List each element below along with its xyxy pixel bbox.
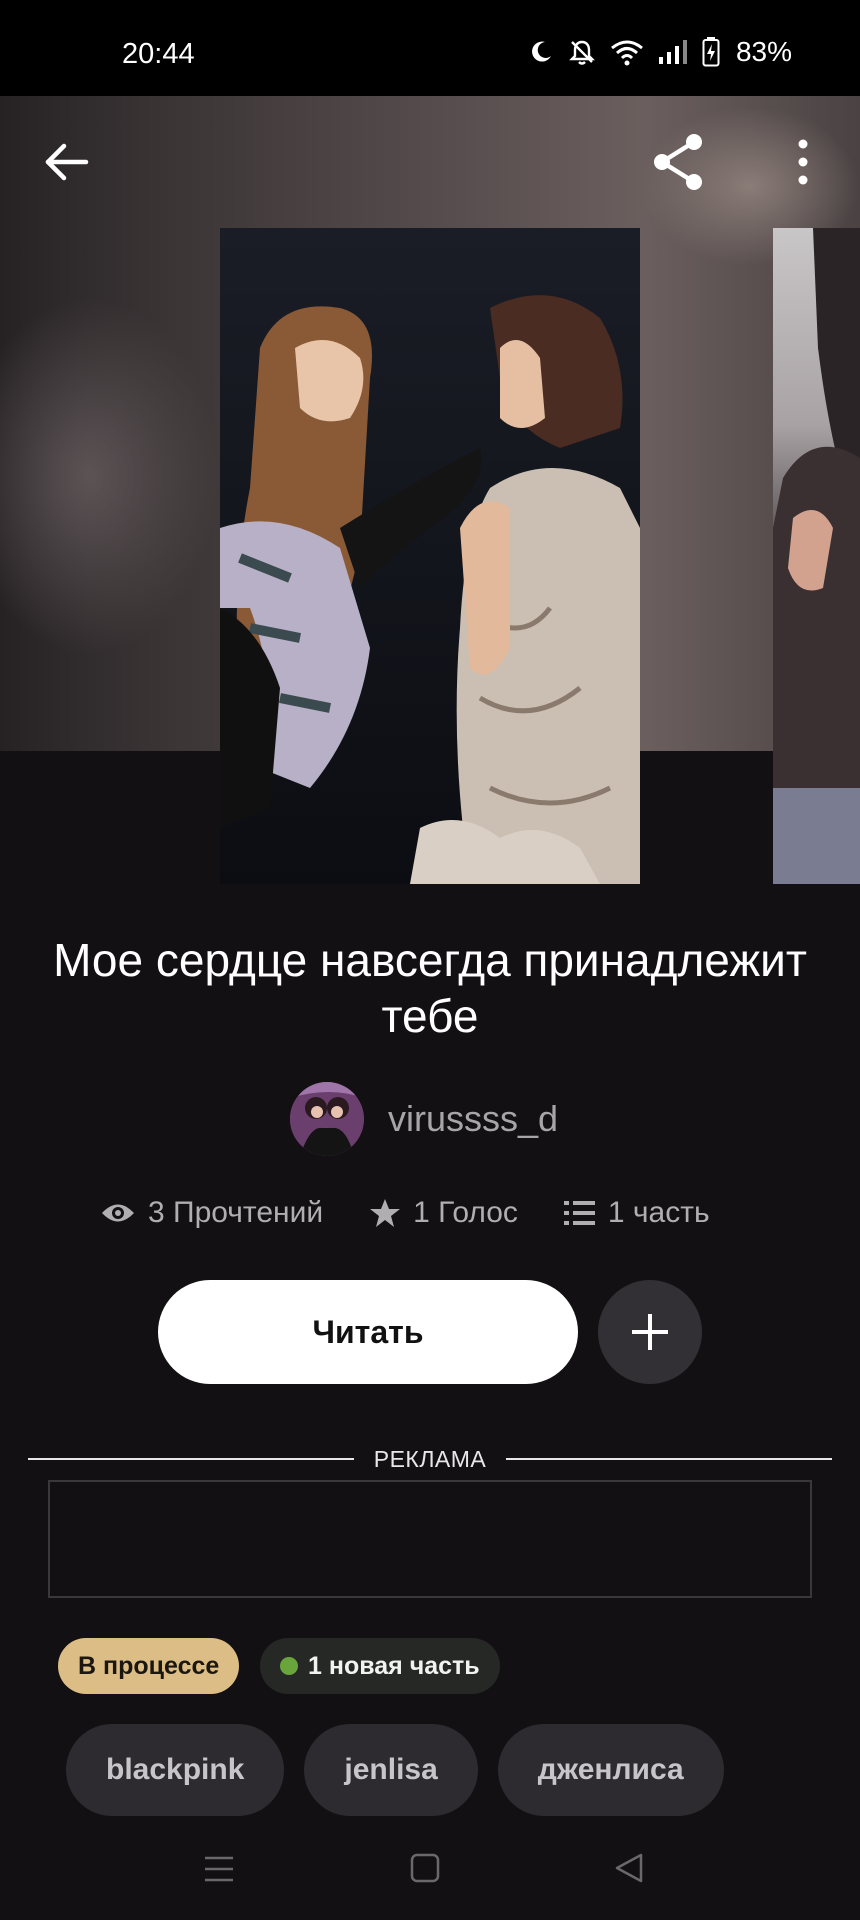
- tags-row: blackpink jenlisa дженлиса: [66, 1724, 724, 1816]
- votes-count: 1 Голос: [413, 1196, 518, 1229]
- read-button[interactable]: Читать: [158, 1280, 578, 1384]
- battery-percent: 83%: [735, 36, 792, 67]
- status-time: 20:44: [122, 38, 195, 70]
- wifi-icon: [611, 40, 643, 66]
- status-bar: 20:44 83%: [0, 0, 860, 96]
- more-vertical-icon[interactable]: [786, 136, 820, 188]
- story-stats: 3 Прочтений 1 Голос 1 часть: [100, 1196, 780, 1230]
- star-icon: [370, 1199, 401, 1227]
- ad-slot[interactable]: [48, 1480, 812, 1598]
- new-part-label: 1 новая часть: [308, 1651, 480, 1680]
- author-row[interactable]: virussss_d: [290, 1082, 558, 1156]
- avatar-image: [290, 1082, 364, 1156]
- cover-image: [773, 228, 860, 884]
- bell-off-icon: [569, 40, 595, 65]
- parts-count: 1 часть: [607, 1196, 710, 1229]
- author-name[interactable]: virussss_d: [388, 1098, 558, 1140]
- divider-line: [506, 1458, 832, 1460]
- moon-icon: [531, 41, 551, 62]
- recents-icon[interactable]: [204, 1854, 234, 1884]
- reads-count: 3 Прочтений: [148, 1196, 324, 1229]
- new-dot-icon: [280, 1657, 298, 1675]
- story-cover[interactable]: [220, 228, 640, 884]
- eye-icon: [102, 1204, 134, 1222]
- votes-stat: 1 Голос: [369, 1196, 518, 1230]
- tag-chip[interactable]: jenlisa: [304, 1724, 478, 1816]
- status-icons: 83%: [528, 36, 792, 68]
- divider-line: [28, 1458, 354, 1460]
- avatar[interactable]: [290, 1082, 364, 1156]
- plus-icon: [632, 1314, 668, 1350]
- ad-divider: РЕКЛАМА: [28, 1446, 832, 1476]
- parts-stat: 1 часть: [563, 1196, 710, 1230]
- status-badge: В процессе: [58, 1638, 240, 1694]
- new-part-badge: 1 новая часть: [260, 1638, 500, 1694]
- ad-label: РЕКЛАМА: [373, 1446, 487, 1472]
- share-icon[interactable]: [648, 130, 708, 194]
- back-triangle-icon[interactable]: [614, 1852, 644, 1884]
- home-icon[interactable]: [410, 1852, 440, 1884]
- reads-stat: 3 Прочтений: [100, 1196, 323, 1230]
- hero-blur: [0, 296, 220, 656]
- tag-chip[interactable]: blackpink: [66, 1724, 285, 1816]
- list-icon: [563, 1201, 595, 1225]
- tag-chip[interactable]: дженлиса: [497, 1724, 724, 1816]
- back-arrow-icon[interactable]: [40, 136, 92, 188]
- cover-image: [220, 228, 640, 884]
- next-story-cover[interactable]: [773, 228, 860, 884]
- add-to-library-button[interactable]: [598, 1280, 702, 1384]
- signal-icon: [658, 40, 687, 64]
- battery-icon: [702, 37, 720, 67]
- story-title: Мое сердце навсегда принадлежит тебе: [53, 934, 807, 1042]
